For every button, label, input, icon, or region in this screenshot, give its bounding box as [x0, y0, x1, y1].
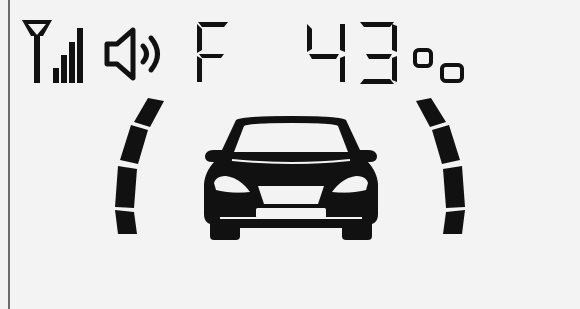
signal-bar-3 — [69, 42, 75, 83]
speaker-volume-icon — [104, 27, 160, 81]
lcd-segments — [22, 20, 465, 240]
right-sensor-segment-1 — [416, 98, 446, 127]
left-sensor-segment-2 — [120, 125, 148, 164]
left-sensor-segment-3 — [115, 166, 137, 208]
signal-bar-1 — [53, 68, 59, 83]
right-sensor-segment-3 — [443, 166, 465, 208]
right-sensor-segment-2 — [432, 125, 460, 164]
right-parking-sensor-arc — [416, 98, 465, 234]
unit-symbol-segments — [413, 48, 464, 83]
mode-letter-segments — [197, 22, 228, 82]
signal-strength-icon — [22, 20, 83, 83]
left-parking-sensor-arc — [115, 98, 164, 234]
car-front-icon — [204, 116, 378, 240]
value-digit-3 — [360, 22, 397, 84]
value-digit-4 — [307, 24, 345, 82]
left-sensor-segment-4 — [115, 210, 137, 234]
signal-bar-2 — [61, 55, 67, 83]
signal-bar-4 — [77, 28, 83, 83]
right-sensor-segment-4 — [443, 210, 465, 234]
left-sensor-segment-1 — [134, 98, 164, 127]
